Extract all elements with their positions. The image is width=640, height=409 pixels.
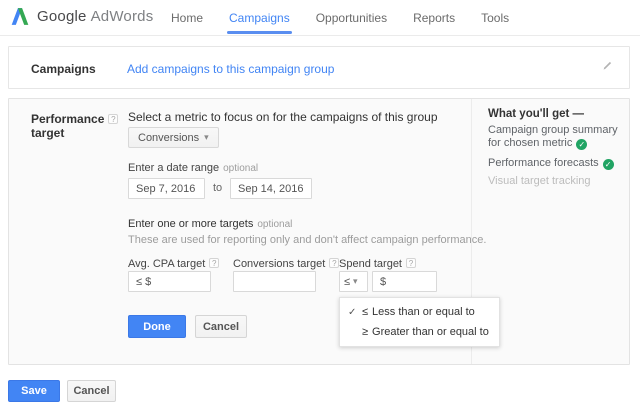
spend-target-label: Spend target? xyxy=(339,258,416,270)
performance-target-label: Performance? target xyxy=(31,112,123,140)
done-button[interactable]: Done xyxy=(128,315,186,338)
benefit-item: Visual target tracking xyxy=(488,175,630,188)
brand-product: AdWords xyxy=(91,8,154,25)
date-range-label: Enter a date range optional xyxy=(128,162,258,174)
performance-target-section: Performance? target Select a metric to f… xyxy=(8,98,630,365)
active-tab-underline xyxy=(227,31,292,34)
operator-label: Greater than or equal to xyxy=(372,326,489,338)
targets-note: These are used for reporting only and do… xyxy=(128,234,486,246)
cpa-target-label: Avg. CPA target? xyxy=(128,258,219,270)
brand-google: Google xyxy=(37,8,87,25)
operator-symbol: ≥ xyxy=(362,326,368,338)
adwords-logo: Google AdWords xyxy=(10,7,153,26)
check-icon: ✓ xyxy=(348,307,362,318)
menu-item-less-than-or-equal[interactable]: ✓ ≤ Less than or equal to xyxy=(340,302,499,322)
operator-label: Less than or equal to xyxy=(372,306,475,318)
metric-selected-label: Conversions xyxy=(138,132,199,144)
spend-label-text: Spend target xyxy=(339,258,402,270)
conversions-target-label: Conversions target? xyxy=(233,258,339,270)
targets-optional-tag: optional xyxy=(257,219,292,230)
benefits-title: What you'll get — xyxy=(488,108,584,120)
help-icon[interactable]: ? xyxy=(209,258,219,268)
help-icon[interactable]: ? xyxy=(108,114,118,124)
check-circle-icon: ✓ xyxy=(576,139,587,150)
nav-home[interactable]: Home xyxy=(158,0,216,36)
performance-label-line1: Performance xyxy=(31,112,104,126)
date-from-input[interactable]: Sep 7, 2016 xyxy=(128,178,205,199)
top-navigation: Google AdWords Home Campaigns Opportunit… xyxy=(0,0,640,36)
help-icon[interactable]: ? xyxy=(329,258,339,268)
spend-operator-value: ≤ xyxy=(344,276,350,288)
spend-target-input[interactable]: $ xyxy=(372,271,437,292)
metric-dropdown-button[interactable]: Conversions ▾ xyxy=(128,127,219,148)
nav-campaigns-label: Campaigns xyxy=(229,11,290,25)
benefit-item: Campaign group summary for chosen metric… xyxy=(488,124,630,150)
save-button[interactable]: Save xyxy=(8,380,60,402)
campaigns-section: Campaigns Add campaigns to this campaign… xyxy=(8,46,630,89)
cpa-label-text: Avg. CPA target xyxy=(128,258,205,270)
chevron-down-icon: ▾ xyxy=(204,132,209,143)
performance-cancel-button[interactable]: Cancel xyxy=(195,315,247,338)
date-optional-tag: optional xyxy=(223,163,258,174)
operator-dropdown-menu: ✓ ≤ Less than or equal to ≥ Greater than… xyxy=(339,297,500,347)
check-circle-icon: ✓ xyxy=(603,159,614,170)
nav-opportunities[interactable]: Opportunities xyxy=(303,0,400,36)
help-icon[interactable]: ? xyxy=(406,258,416,268)
benefit-item: Performance forecasts ✓ xyxy=(488,157,630,170)
date-to-input[interactable]: Sep 14, 2016 xyxy=(230,178,312,199)
menu-item-greater-than-or-equal[interactable]: ≥ Greater than or equal to xyxy=(340,322,499,342)
chevron-down-icon: ▾ xyxy=(353,276,358,287)
edit-icon[interactable] xyxy=(602,60,613,74)
spend-operator-dropdown[interactable]: ≤ ▾ xyxy=(339,271,368,292)
performance-label-line2: target xyxy=(31,126,64,140)
date-separator: to xyxy=(213,182,222,194)
conversions-label-text: Conversions target xyxy=(233,258,325,270)
conversions-target-input[interactable] xyxy=(233,271,316,292)
campaigns-label: Campaigns xyxy=(31,62,96,76)
nav-campaigns[interactable]: Campaigns xyxy=(216,0,303,36)
cpa-target-input[interactable]: ≤ $ xyxy=(128,271,211,292)
benefit-text: Performance forecasts xyxy=(488,157,599,169)
benefit-text: Visual target tracking xyxy=(488,175,591,187)
footer-cancel-button[interactable]: Cancel xyxy=(67,380,116,402)
operator-symbol: ≤ xyxy=(362,306,368,318)
targets-label-text: Enter one or more targets xyxy=(128,218,253,230)
date-range-label-text: Enter a date range xyxy=(128,162,219,174)
adwords-logo-icon xyxy=(10,7,30,26)
nav-reports[interactable]: Reports xyxy=(400,0,468,36)
add-campaigns-link[interactable]: Add campaigns to this campaign group xyxy=(127,62,334,76)
nav-tools[interactable]: Tools xyxy=(468,0,522,36)
targets-label: Enter one or more targets optional xyxy=(128,218,292,230)
metric-prompt: Select a metric to focus on for the camp… xyxy=(128,110,438,124)
main-nav: Home Campaigns Opportunities Reports Too… xyxy=(158,0,522,36)
benefit-text: Campaign group summary for chosen metric xyxy=(488,124,618,149)
